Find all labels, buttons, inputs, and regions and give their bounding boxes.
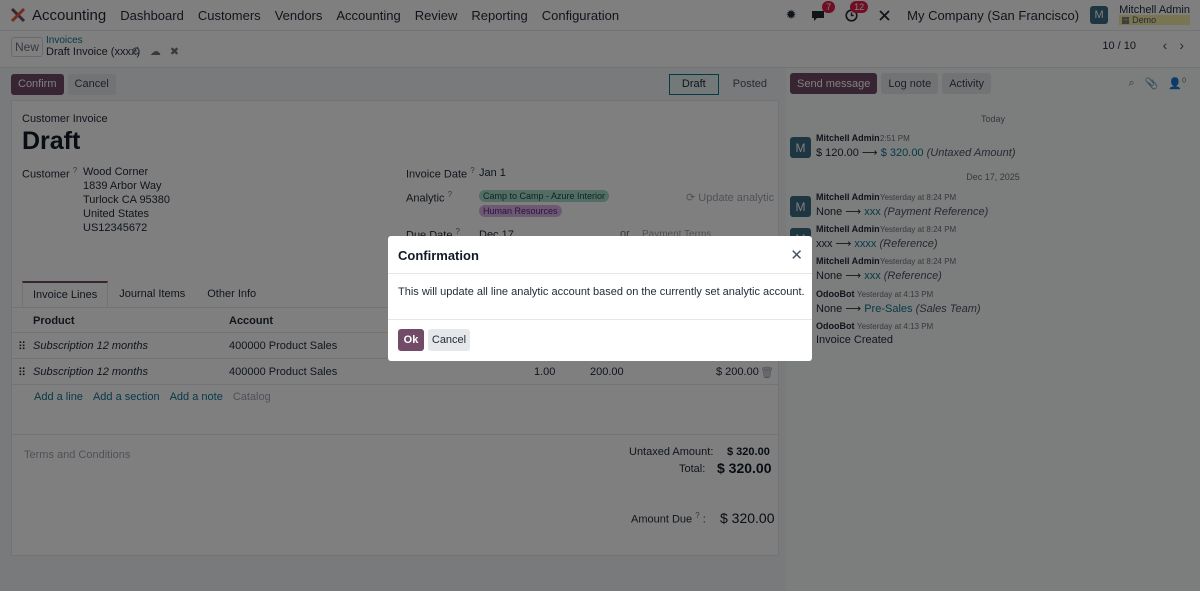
confirmation-dialog: Confirmation ✕ This will update all line… bbox=[388, 236, 812, 361]
dialog-body: This will update all line analytic accou… bbox=[388, 274, 812, 320]
close-icon[interactable]: ✕ bbox=[790, 246, 803, 264]
ok-button[interactable]: Ok bbox=[398, 329, 424, 351]
dialog-cancel-button[interactable]: Cancel bbox=[428, 329, 470, 351]
dialog-title: Confirmation bbox=[398, 248, 479, 263]
dialog-footer: Ok Cancel bbox=[388, 320, 812, 361]
dialog-header: Confirmation ✕ bbox=[388, 236, 812, 274]
dialog-message: This will update all line analytic accou… bbox=[398, 286, 805, 298]
